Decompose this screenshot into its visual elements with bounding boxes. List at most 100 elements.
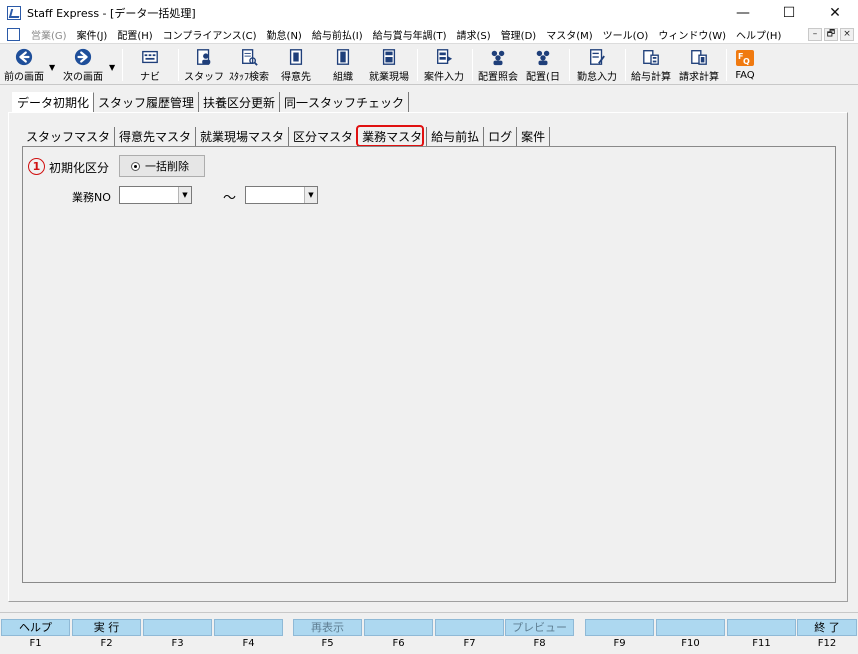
menu-placement[interactable]: 配置(H) — [112, 27, 157, 42]
payroll-calc-button[interactable]: 給与計算 — [628, 47, 674, 83]
toolbar-separator — [417, 49, 418, 81]
exit-button[interactable]: 終 了 — [797, 619, 857, 636]
bulk-delete-radio[interactable]: 一括削除 — [119, 155, 205, 177]
bulk-delete-label: 一括削除 — [145, 160, 189, 173]
fkey-label: F12 — [817, 638, 837, 649]
f6-button[interactable] — [364, 619, 433, 636]
menu-billing[interactable]: 請求(S) — [452, 27, 496, 42]
radio-selected-icon[interactable] — [131, 161, 140, 171]
case-entry-button[interactable]: 案件入力 — [421, 47, 467, 83]
title-bar: Staff Express - [データ一括処理] — ☐ ✕ — [0, 0, 858, 26]
client-icon — [289, 49, 303, 65]
placement-query-button[interactable]: 配置照会 — [476, 47, 520, 83]
fkey-label: F8 — [533, 638, 546, 649]
organization-icon — [336, 49, 350, 65]
menu-attendance[interactable]: 勤怠(N) — [262, 27, 307, 42]
maximize-button[interactable]: ☐ — [766, 0, 812, 26]
menu-compliance[interactable]: コンプライアンス(C) — [158, 27, 262, 42]
faq-label: FAQ — [735, 70, 755, 81]
faq-button[interactable]: F Q FAQ — [730, 47, 760, 83]
window-controls: — ☐ ✕ — [720, 0, 858, 26]
prev-screen-button[interactable]: 前の画面 — [2, 47, 46, 83]
document-icon[interactable] — [7, 28, 20, 41]
next-screen-button[interactable]: 次の画面 — [60, 47, 106, 83]
menu-master[interactable]: マスタ(M) — [541, 27, 597, 42]
menu-admin[interactable]: 管理(D) — [496, 27, 542, 42]
tab-client-master[interactable]: 得意先マスタ — [115, 127, 197, 146]
range-separator: ～ — [223, 191, 237, 206]
tab-dependent-update[interactable]: 扶養区分更新 — [199, 92, 281, 112]
fkey-f3: F3 — [143, 619, 212, 654]
mdi-close-button[interactable]: × — [840, 28, 854, 41]
tab-business-master[interactable]: 業務マスタ — [356, 125, 428, 147]
attendance-entry-button[interactable]: 勤怠入力 — [574, 47, 620, 83]
menu-case[interactable]: 案件(J) — [72, 27, 113, 42]
calculator-icon — [643, 50, 659, 65]
staff-button[interactable]: スタッフ — [184, 47, 224, 83]
forward-arrow-icon — [74, 48, 92, 66]
step-number-badge: 1 — [28, 158, 45, 175]
chevron-down-icon[interactable]: ▼ — [304, 187, 317, 203]
navi-button[interactable]: ナビ — [132, 47, 168, 83]
fkey-f4: F4 — [214, 619, 283, 654]
tab-case[interactable]: 案件 — [517, 127, 551, 146]
attendance-icon — [590, 49, 605, 65]
menu-sales[interactable]: 営業(G) — [26, 27, 72, 42]
preview-button[interactable]: プレビュー — [505, 619, 574, 636]
toolbar-separator — [726, 49, 727, 81]
navi-label: ナビ — [140, 72, 160, 83]
placement-day-button[interactable]: 配置(日 — [523, 47, 563, 83]
fkey-f1: ヘルプ F1 — [1, 619, 70, 654]
tab-log[interactable]: ログ — [484, 127, 518, 146]
close-button[interactable]: ✕ — [812, 0, 858, 26]
tab-duplicate-staff-check[interactable]: 同一スタッフチェック — [280, 92, 410, 112]
fkey-label: F11 — [752, 638, 771, 649]
business-no-from-select[interactable]: ▼ — [119, 186, 192, 204]
billing-calc-button[interactable]: 請求計算 — [676, 47, 722, 83]
menu-help[interactable]: ヘルプ(H) — [731, 27, 786, 42]
placement-query-label: 配置照会 — [478, 72, 518, 83]
staff-search-button[interactable]: ｽﾀｯﾌ検索 — [226, 47, 272, 83]
fkey-label: F1 — [29, 638, 42, 649]
fkey-label: F10 — [681, 638, 700, 649]
help-button[interactable]: ヘルプ — [1, 619, 70, 636]
tab-data-init[interactable]: データ初期化 — [12, 92, 95, 112]
fkey-f7: F7 — [435, 619, 504, 654]
tab-worksite-master[interactable]: 就業現場マスタ — [196, 127, 290, 146]
f10-button[interactable] — [656, 619, 725, 636]
next-screen-label: 次の画面 — [63, 72, 103, 83]
worksite-button[interactable]: 就業現場 — [366, 47, 412, 83]
menu-advance-pay[interactable]: 給与前払(I) — [307, 27, 368, 42]
menu-tools[interactable]: ツール(O) — [598, 27, 654, 42]
f11-button[interactable] — [727, 619, 796, 636]
client-button[interactable]: 得意先 — [277, 47, 315, 83]
organization-button[interactable]: 組織 — [325, 47, 361, 83]
mdi-restore-button[interactable]: 🗗 — [824, 28, 838, 41]
mdi-minimize-button[interactable]: – — [808, 28, 822, 41]
menu-window[interactable]: ウィンドウ(W) — [653, 27, 731, 42]
prev-dropdown-icon[interactable]: ▼ — [49, 63, 55, 72]
tab-staff-history[interactable]: スタッフ履歴管理 — [94, 92, 200, 112]
f7-button[interactable] — [435, 619, 504, 636]
tab-category-master[interactable]: 区分マスタ — [289, 127, 359, 146]
refresh-button[interactable]: 再表示 — [293, 619, 362, 636]
f3-button[interactable] — [143, 619, 212, 636]
tab-staff-master[interactable]: スタッフマスタ — [22, 127, 116, 146]
minimize-button[interactable]: — — [720, 0, 766, 26]
menu-bar: 営業(G) 案件(J) 配置(H) コンプライアンス(C) 勤怠(N) 給与前払… — [0, 26, 858, 44]
case-entry-label: 案件入力 — [424, 72, 464, 83]
tab-advance-pay[interactable]: 給与前払 — [427, 127, 485, 146]
business-no-to-select[interactable]: ▼ — [245, 186, 318, 204]
menu-payroll[interactable]: 給与賞与年調(T) — [368, 27, 452, 42]
business-master-panel — [22, 146, 836, 583]
fkey-f10: F10 — [656, 619, 725, 654]
f4-button[interactable] — [214, 619, 283, 636]
fkey-f12: 終 了 F12 — [797, 619, 857, 654]
execute-button[interactable]: 実 行 — [72, 619, 141, 636]
f9-button[interactable] — [585, 619, 654, 636]
organization-label: 組織 — [333, 72, 353, 83]
chevron-down-icon[interactable]: ▼ — [178, 187, 191, 203]
fkey-f8: プレビュー F8 — [505, 619, 574, 654]
next-dropdown-icon[interactable]: ▼ — [109, 63, 115, 72]
building-icon — [382, 49, 396, 65]
